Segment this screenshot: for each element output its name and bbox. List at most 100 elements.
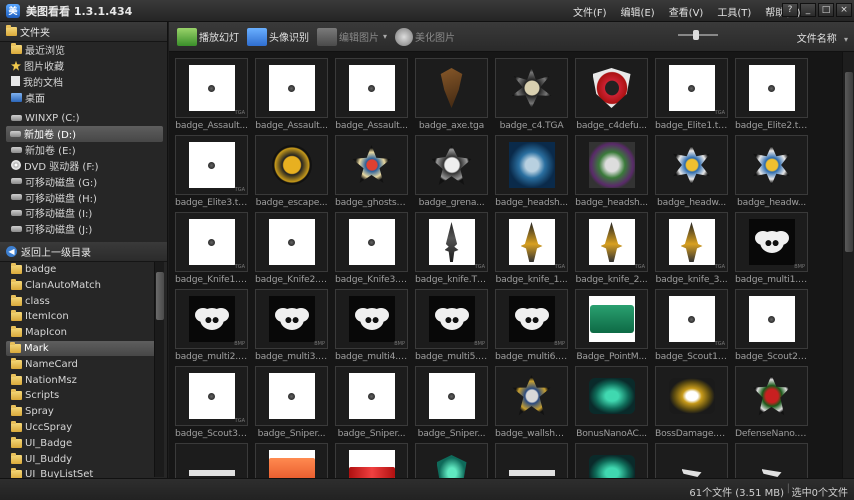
sidebar-folder-item[interactable]: UI_Badge: [0, 435, 167, 451]
thumbnail-item[interactable]: badge_Assault...: [255, 58, 328, 131]
sidebar-drive-item[interactable]: WINXP (C:): [0, 110, 167, 126]
thumbnail-item[interactable]: badge_Sniper...: [335, 366, 408, 439]
sidebar-folder-item[interactable]: badge: [0, 262, 167, 278]
thumbnail-item[interactable]: [335, 443, 408, 478]
thumbnail-item[interactable]: TGA badge_knife_1...: [495, 212, 568, 285]
menu-file[interactable]: 文件(F): [566, 4, 614, 19]
sidebar-place-item[interactable]: 我的文档: [0, 74, 167, 90]
sidebar-drive-item[interactable]: 新加卷 (D:): [6, 125, 163, 142]
thumbnail-item[interactable]: BossDamage.tga: [655, 366, 728, 439]
thumbnail-item[interactable]: DefenseNano.tga: [735, 366, 808, 439]
sort-dropdown[interactable]: 文件名称 ▾: [797, 30, 848, 45]
thumbnail-item[interactable]: BMP badge_multi2.tga: [175, 289, 248, 362]
thumbnail-item[interactable]: badge_c4.TGA: [495, 58, 568, 131]
sidebar-header: 文件夹: [0, 22, 167, 42]
sidebar-place-item[interactable]: 最近浏览: [0, 42, 167, 58]
thumbnail-item[interactable]: badge_Assault...: [335, 58, 408, 131]
thumbnail-item[interactable]: badge_Sniper...: [255, 366, 328, 439]
thumbnail-item[interactable]: [575, 443, 648, 478]
thumbnail-item[interactable]: TGA badge_Assault...: [175, 58, 248, 131]
menu-tools[interactable]: 工具(T): [710, 4, 758, 19]
sidebar-folder-item[interactable]: ItemIcon: [0, 309, 167, 325]
badge-art: [519, 308, 544, 330]
thumbnail-item[interactable]: TGA badge_Elite3.tga: [175, 135, 248, 208]
thumbnail-item[interactable]: TGA badge_Scout1....: [655, 289, 728, 362]
sidebar-folder-item[interactable]: class: [0, 293, 167, 309]
thumbnail-item[interactable]: badge_grena...: [415, 135, 488, 208]
thumbnail-item[interactable]: TGA badge_Scout3....: [175, 366, 248, 439]
thumbnail-item[interactable]: TGA badge_knife_2...: [575, 212, 648, 285]
sidebar-drive-item[interactable]: 可移动磁盘 (I:): [0, 205, 167, 221]
sidebar-folder-item[interactable]: NationMsz: [0, 372, 167, 388]
thumbnail-item[interactable]: badge_headw...: [655, 135, 728, 208]
scrollbar-thumb[interactable]: [845, 72, 853, 252]
thumbnail-item[interactable]: badge_c4defu...: [575, 58, 648, 131]
slideshow-button[interactable]: 播放幻灯: [177, 27, 239, 46]
help-button[interactable]: ?: [782, 3, 798, 17]
sidebar-place-item[interactable]: 桌面: [0, 89, 167, 105]
folder-tree-scrollbar[interactable]: [154, 262, 164, 477]
thumbnail-item[interactable]: TGA badge_Elite1.tga: [655, 58, 728, 131]
thumbnail-item[interactable]: badge_escape...: [255, 135, 328, 208]
thumbnail-item[interactable]: badge_headsh...: [575, 135, 648, 208]
thumbnail-item[interactable]: [655, 443, 728, 478]
minimize-button[interactable]: _: [800, 3, 816, 17]
thumbnail-item[interactable]: TGA badge_knife.TGA: [415, 212, 488, 285]
scrollbar-thumb[interactable]: [156, 272, 164, 320]
thumbnail-item[interactable]: badge_Sniper...: [415, 366, 488, 439]
menu-view[interactable]: 查看(V): [662, 4, 711, 19]
maximize-button[interactable]: □: [818, 3, 834, 17]
sidebar-folder-item[interactable]: Scripts: [0, 388, 167, 404]
sidebar-folder-item[interactable]: UI_BuyListSet: [0, 467, 167, 478]
thumbnail-item[interactable]: badge_Scout2....: [735, 289, 808, 362]
sidebar-folder-item[interactable]: UI_Buddy: [0, 451, 167, 467]
thumbnail-item[interactable]: [735, 443, 808, 478]
sidebar-folder-item[interactable]: NameCard: [0, 356, 167, 372]
zoom-slider[interactable]: [678, 28, 718, 42]
thumbnail-item[interactable]: BMP badge_multi5.tga: [415, 289, 488, 362]
close-button[interactable]: ×: [836, 3, 852, 17]
sidebar-folder-item[interactable]: UccSpray: [0, 420, 167, 436]
sidebar-place-item[interactable]: 图片收藏: [0, 58, 167, 74]
beautify-button[interactable]: 美化图片: [395, 27, 455, 46]
thumbnail-item[interactable]: [255, 443, 328, 478]
sidebar-header-label: 文件夹: [20, 28, 50, 39]
thumbnail-item[interactable]: BMP badge_multi3.tga: [255, 289, 328, 362]
window-title: 美图看看 1.3.1.434: [26, 4, 133, 18]
thumbnail-item[interactable]: [415, 443, 488, 478]
thumbnail-item[interactable]: BonusNanoAC...: [575, 366, 648, 439]
thumbnail-item[interactable]: BMP badge_multi1.tga: [735, 212, 808, 285]
thumbnail-item[interactable]: TGA badge_knife_3...: [655, 212, 728, 285]
go-up-button[interactable]: ◀ 返回上一级目录: [0, 241, 167, 262]
sidebar-drive-item[interactable]: 可移动磁盘 (H:): [0, 189, 167, 205]
thumbnail-item[interactable]: badge_ghostsh...: [335, 135, 408, 208]
edit-image-button[interactable]: 编辑图片 ▾: [317, 27, 387, 46]
sidebar-drive-item[interactable]: 可移动磁盘 (G:): [0, 173, 167, 189]
sidebar-folder-item[interactable]: MapIcon: [0, 325, 167, 341]
thumbnail-item[interactable]: badge_Elite2.tga: [735, 58, 808, 131]
thumbnail-item[interactable]: [175, 443, 248, 478]
thumbnail-item[interactable]: [495, 443, 568, 478]
thumbnail-item[interactable]: badge_Knife3.tga: [335, 212, 408, 285]
thumbnail-item[interactable]: BMP badge_multi6.tga: [495, 289, 568, 362]
sidebar-folder-item[interactable]: ClanAutoMatch: [0, 277, 167, 293]
thumbnail-item[interactable]: BMP badge_multi4.tga: [335, 289, 408, 362]
thumbnail-item[interactable]: badge_Knife2.tga: [255, 212, 328, 285]
face-detect-button[interactable]: 头像识别: [247, 27, 309, 46]
sidebar-drive-item[interactable]: 新加卷 (E:): [0, 142, 167, 158]
menu-edit[interactable]: 编辑(E): [614, 4, 662, 19]
thumbnail-item[interactable]: badge_axe.tga: [415, 58, 488, 131]
sidebar-drive-item[interactable]: DVD 驱动器 (F:): [0, 158, 167, 174]
folder-icon: [11, 326, 22, 338]
thumbnail-item[interactable]: badge_headsh...: [495, 135, 568, 208]
thumbnail-item[interactable]: Badge_PointM...: [575, 289, 648, 362]
thumbnail-item[interactable]: TGA badge_Knife1.tga: [175, 212, 248, 285]
sidebar-drive-item[interactable]: 可移动磁盘 (J:): [0, 221, 167, 237]
sidebar-folder-item[interactable]: Mark: [6, 340, 163, 357]
zoom-slider-knob[interactable]: [693, 30, 699, 40]
thumbnail-item[interactable]: badge_headw...: [735, 135, 808, 208]
sidebar-folder-item[interactable]: Spray: [0, 404, 167, 420]
thumbnail-item[interactable]: badge_wallsho...: [495, 366, 568, 439]
folder-icon: [11, 278, 22, 290]
thumbnail-scrollbar[interactable]: [842, 52, 854, 478]
